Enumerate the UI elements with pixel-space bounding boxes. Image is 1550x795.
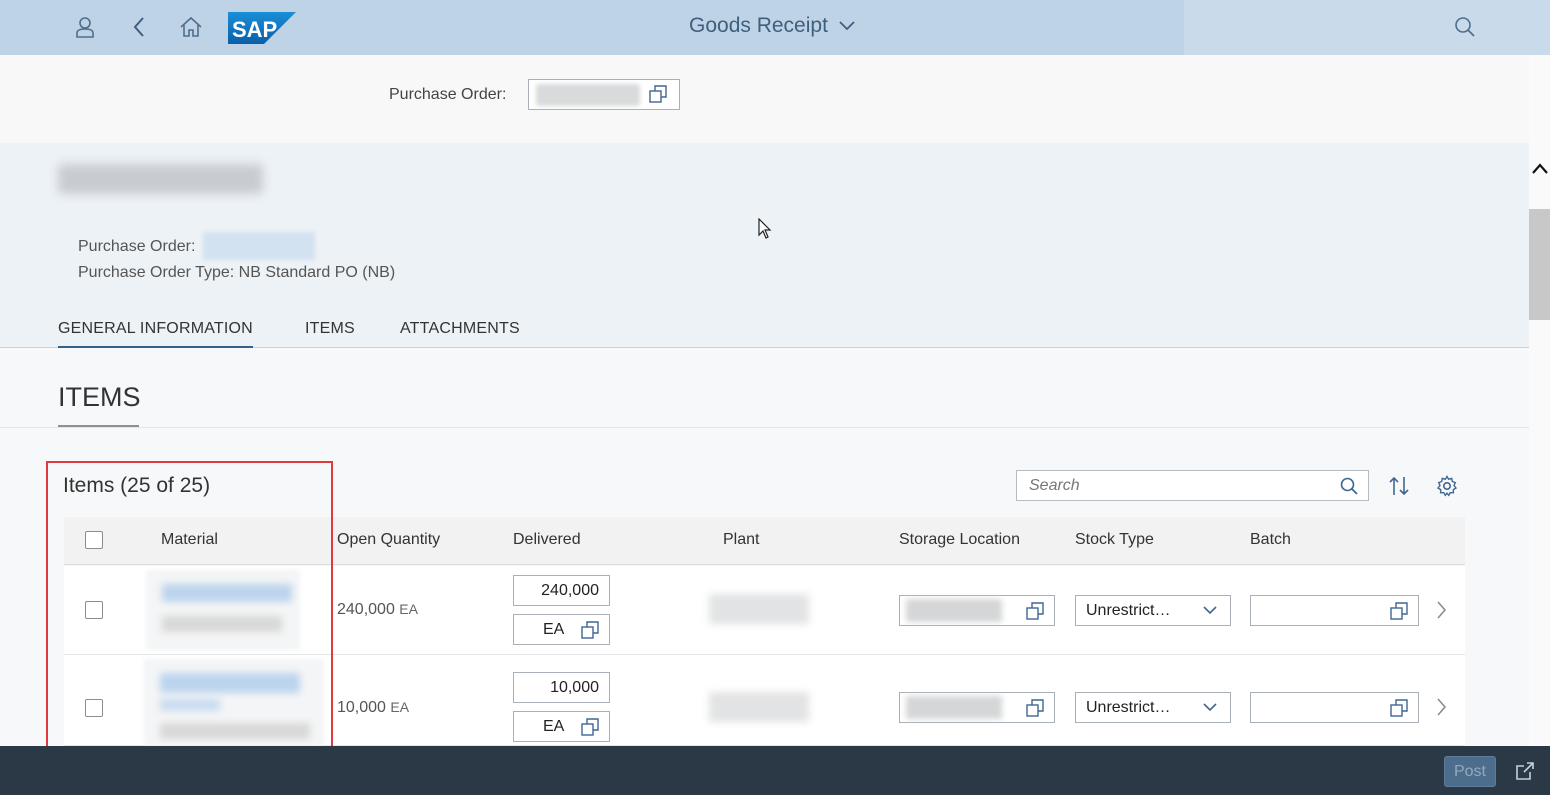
scrollbar-thumb[interactable] [1529,209,1550,320]
redacted-plant [709,594,809,624]
open-quantity: 10,000 EA [337,699,409,717]
table-title: Items (25 of 25) [63,474,211,497]
open-quantity-value: 240,000 [337,601,395,618]
open-quantity: 240,000 EA [337,601,418,619]
sap-logo[interactable]: SAP [228,12,296,44]
open-quantity-unit: EA [390,699,410,715]
delivered-unit-input[interactable]: EA [513,614,610,645]
tab-bar: GENERAL INFORMATION ITEMS ATTACHMENTS [0,310,1529,348]
open-quantity-value: 10,000 [337,699,386,716]
table-header: Material Open Quantity Delivered Plant S… [64,517,1465,565]
column-header-material[interactable]: Material [161,531,218,549]
post-button[interactable]: Post [1444,756,1496,787]
redacted-storage-location [906,696,1002,719]
scroll-to-top-chevron-up-icon[interactable] [1530,160,1550,178]
po-input-label: Purchase Order: [389,86,507,103]
batch-input[interactable] [1250,692,1419,723]
chevron-down-icon [1203,606,1217,615]
redacted-material[interactable] [146,570,300,650]
stock-type-value: Unrestrict… [1086,602,1171,619]
select-all-checkbox[interactable] [85,531,103,549]
redacted-value [536,84,640,106]
delivered-quantity-input[interactable]: 240,000 [513,575,610,606]
row-navigation-chevron-right-icon[interactable] [1432,696,1452,718]
search-input[interactable] [1027,476,1327,496]
search-icon[interactable] [1450,12,1480,42]
redacted-po-link[interactable] [203,232,315,260]
back-icon[interactable] [124,12,154,42]
app-title-menu[interactable]: Goods Receipt [689,14,856,38]
chevron-down-icon [1203,703,1217,712]
header-po-label: Purchase Order: [78,238,196,255]
value-help-icon[interactable] [649,85,667,103]
shell-bar: SAP Goods Receipt [0,0,1550,55]
column-header-plant[interactable]: Plant [723,531,759,549]
po-input-bar [0,55,1529,143]
value-help-icon[interactable] [1390,602,1408,620]
column-header-open-quantity[interactable]: Open Quantity [337,531,440,549]
value-help-icon[interactable] [1026,699,1044,717]
share-icon[interactable] [1514,760,1536,782]
tab-items[interactable]: ITEMS [305,320,355,338]
user-icon[interactable] [70,12,100,42]
row-navigation-chevron-right-icon[interactable] [1432,599,1452,621]
chevron-down-icon [839,21,855,31]
redacted-material[interactable] [144,659,324,746]
value-help-icon[interactable] [581,718,599,736]
redacted-plant [709,692,809,722]
header-po-type: Purchase Order Type: NB Standard PO (NB) [78,264,396,281]
scrollbar-track[interactable] [1529,55,1550,746]
footer-toolbar [0,746,1550,795]
tab-general-information[interactable]: GENERAL INFORMATION [58,320,253,348]
storage-location-input[interactable] [899,692,1055,723]
delivered-unit-value: EA [543,718,565,735]
settings-icon[interactable] [1432,471,1462,501]
table-row[interactable]: 240,000 EA 240,000 EA Unrestrict… [64,566,1465,655]
redacted-storage-location [906,599,1002,622]
app-title: Goods Receipt [689,14,828,37]
mouse-cursor-icon [758,218,772,239]
column-header-storage-location[interactable]: Storage Location [899,531,1020,549]
value-help-icon[interactable] [1026,602,1044,620]
table-row[interactable]: 10,000 EA 10,000 EA Unrestrict… [64,655,1465,746]
batch-input[interactable] [1250,595,1419,626]
stock-type-select[interactable]: Unrestrict… [1075,595,1231,626]
value-help-icon[interactable] [581,621,599,639]
storage-location-input[interactable] [899,595,1055,626]
po-input-field[interactable] [528,79,680,110]
shell-bar-right-region [1184,0,1550,55]
column-header-delivered[interactable]: Delivered [513,531,581,549]
value-help-icon[interactable] [1390,699,1408,717]
stock-type-select[interactable]: Unrestrict… [1075,692,1231,723]
delivered-unit-input[interactable]: EA [513,711,610,742]
table-search[interactable] [1016,470,1369,501]
section-title: ITEMS [58,382,141,412]
section-divider [0,427,1529,428]
row-checkbox[interactable] [85,699,103,717]
redacted-object-title [58,164,263,194]
row-checkbox[interactable] [85,601,103,619]
sort-icon[interactable] [1384,471,1414,501]
column-header-batch[interactable]: Batch [1250,531,1291,549]
search-icon[interactable] [1340,477,1358,495]
stock-type-value: Unrestrict… [1086,699,1171,716]
column-header-stock-type[interactable]: Stock Type [1075,531,1154,549]
home-icon[interactable] [176,12,206,42]
delivered-quantity-input[interactable]: 10,000 [513,672,610,703]
delivered-unit-value: EA [543,621,565,638]
tab-attachments[interactable]: ATTACHMENTS [400,320,520,338]
open-quantity-unit: EA [399,601,418,617]
svg-text:SAP: SAP [232,17,277,42]
